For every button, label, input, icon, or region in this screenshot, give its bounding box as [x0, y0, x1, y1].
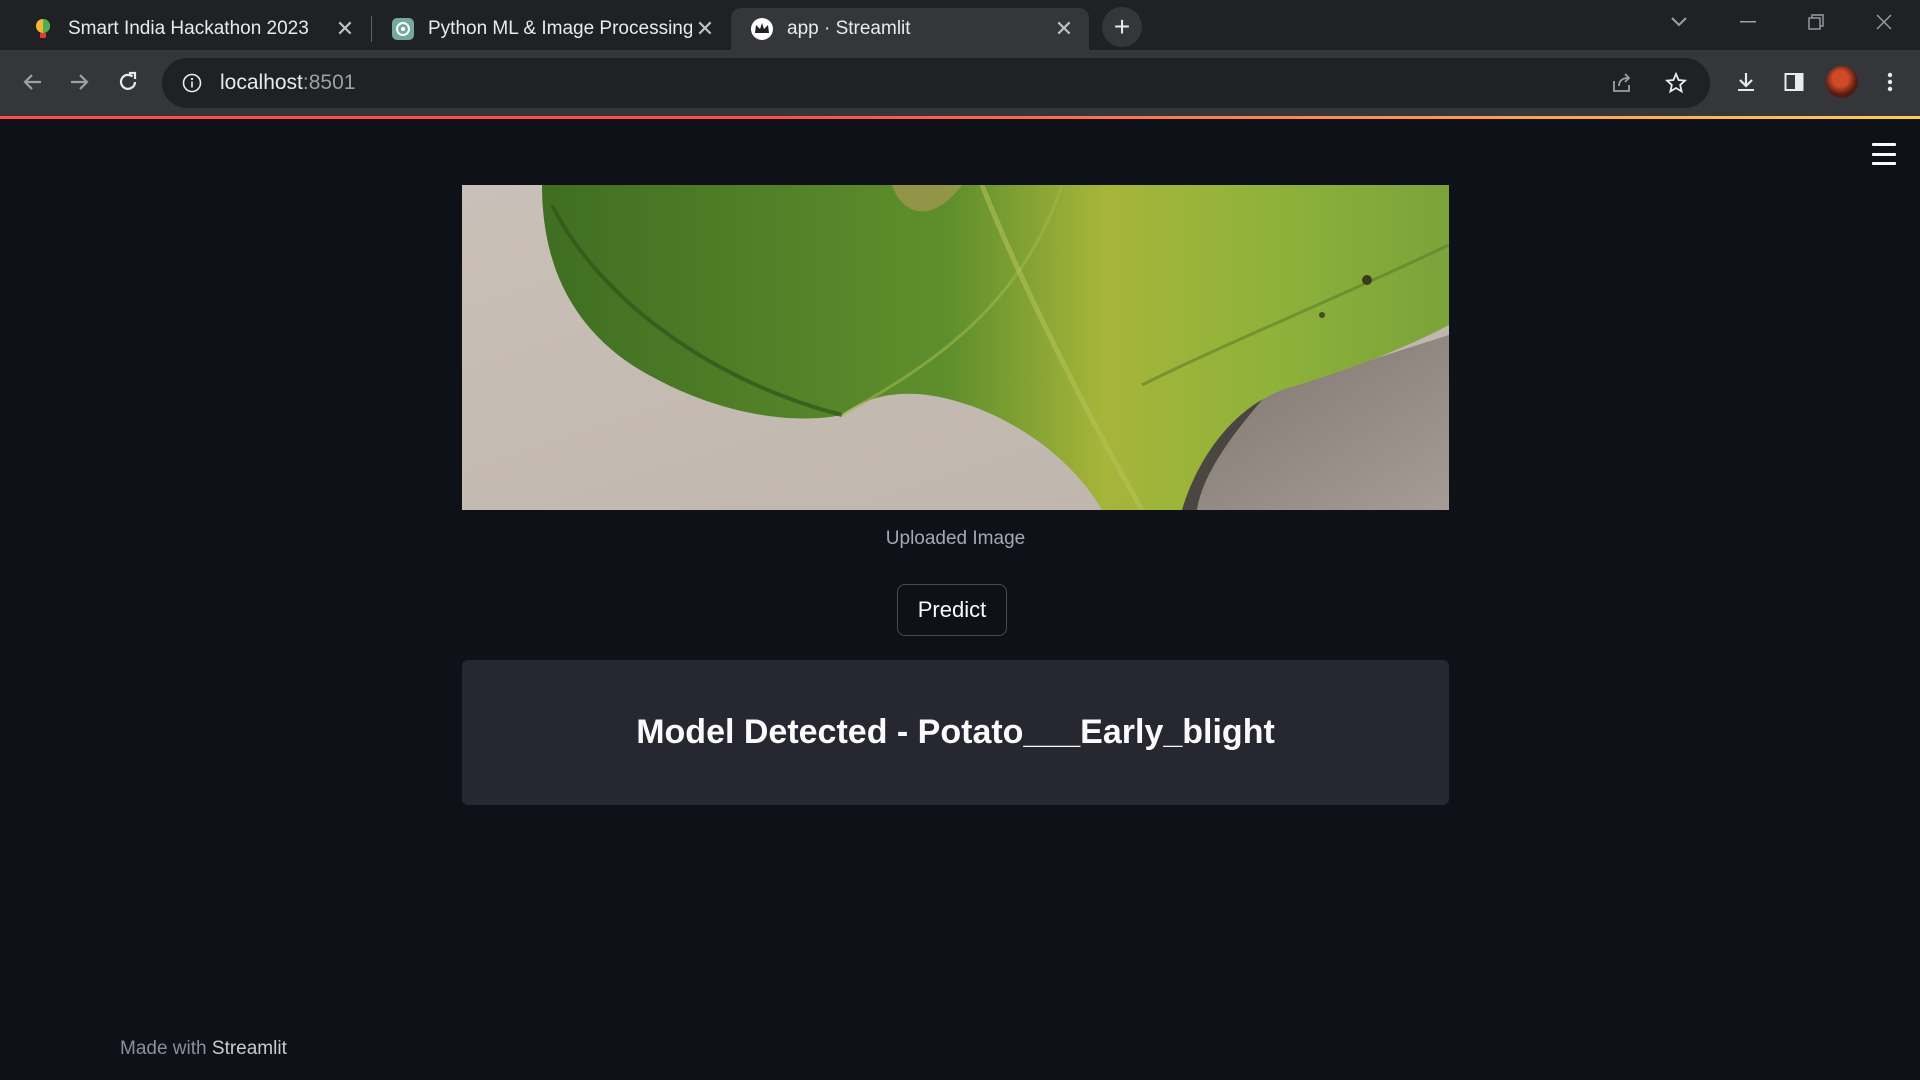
tab-title: app · Streamlit — [787, 18, 911, 39]
prediction-result-text: Model Detected - Potato___Early_blight — [636, 713, 1275, 751]
predict-button[interactable]: Predict — [897, 584, 1007, 636]
tab-python-ml[interactable]: Python ML & Image Processing ✕ — [372, 8, 730, 50]
profile-avatar[interactable] — [1826, 66, 1858, 98]
tab-search-chevron-icon[interactable] — [1645, 0, 1713, 44]
result-panel: Model Detected - Potato___Early_blight — [462, 660, 1449, 805]
streamlit-crown-icon — [751, 18, 773, 40]
browser-menu-kebab-icon[interactable] — [1870, 62, 1910, 102]
restore-window-icon[interactable] — [1782, 0, 1850, 44]
close-tab-icon[interactable]: ✕ — [332, 16, 358, 42]
footer: Made with Streamlit — [120, 1038, 287, 1060]
tab-title: Smart India Hackathon 2023 — [68, 18, 309, 39]
tab-smart-india-hackathon[interactable]: Smart India Hackathon 2023 ✕ — [12, 8, 370, 50]
forward-arrow-icon[interactable] — [60, 62, 100, 102]
uploaded-leaf-image — [462, 185, 1449, 510]
streamlit-status-bar — [0, 116, 1920, 119]
side-panel-icon[interactable] — [1774, 62, 1814, 102]
minimize-window-icon[interactable] — [1714, 0, 1782, 44]
address-bar[interactable]: localhost:8501 — [162, 58, 1710, 108]
bookmark-star-icon[interactable] — [1656, 63, 1696, 103]
close-tab-icon[interactable]: ✕ — [692, 16, 718, 42]
streamlit-link[interactable]: Streamlit — [212, 1038, 287, 1059]
image-caption: Uploaded Image — [885, 528, 1026, 549]
download-icon[interactable] — [1726, 62, 1766, 102]
close-tab-icon[interactable]: ✕ — [1051, 16, 1077, 42]
tab-title: Python ML & Image Processing — [428, 18, 692, 39]
url-host: localhost — [220, 71, 303, 94]
browser-tab-strip: Smart India Hackathon 2023 ✕ Python ML &… — [0, 0, 1920, 50]
chatgpt-icon — [392, 18, 414, 40]
url-port: :8501 — [302, 71, 356, 94]
browser-toolbar: localhost:8501 — [0, 50, 1920, 116]
hamburger-menu-icon[interactable] — [1872, 143, 1896, 165]
tab-streamlit-app[interactable]: app · Streamlit ✕ — [731, 8, 1089, 50]
footer-prefix: Made with — [120, 1038, 207, 1059]
back-arrow-icon[interactable] — [12, 62, 52, 102]
hackathon-bulb-icon — [32, 18, 54, 40]
site-info-icon[interactable] — [180, 71, 204, 95]
reload-icon[interactable] — [108, 62, 148, 102]
share-icon[interactable] — [1602, 63, 1642, 103]
new-tab-button[interactable]: + — [1102, 7, 1142, 47]
url-text: localhost:8501 — [220, 71, 355, 95]
close-window-icon[interactable] — [1850, 0, 1918, 44]
